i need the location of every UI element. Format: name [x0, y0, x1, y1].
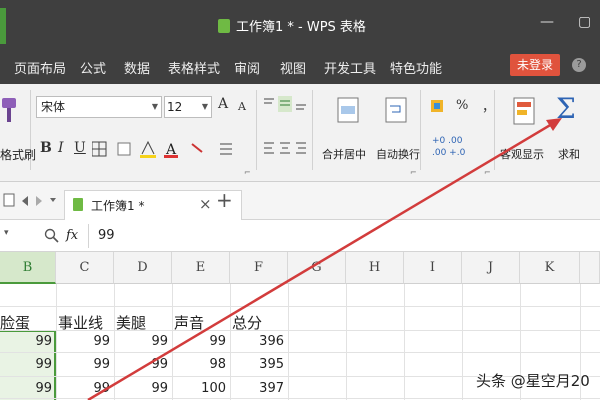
watermark-text: 头条 @星空月20	[476, 372, 590, 390]
annotation-arrow	[87, 118, 562, 400]
